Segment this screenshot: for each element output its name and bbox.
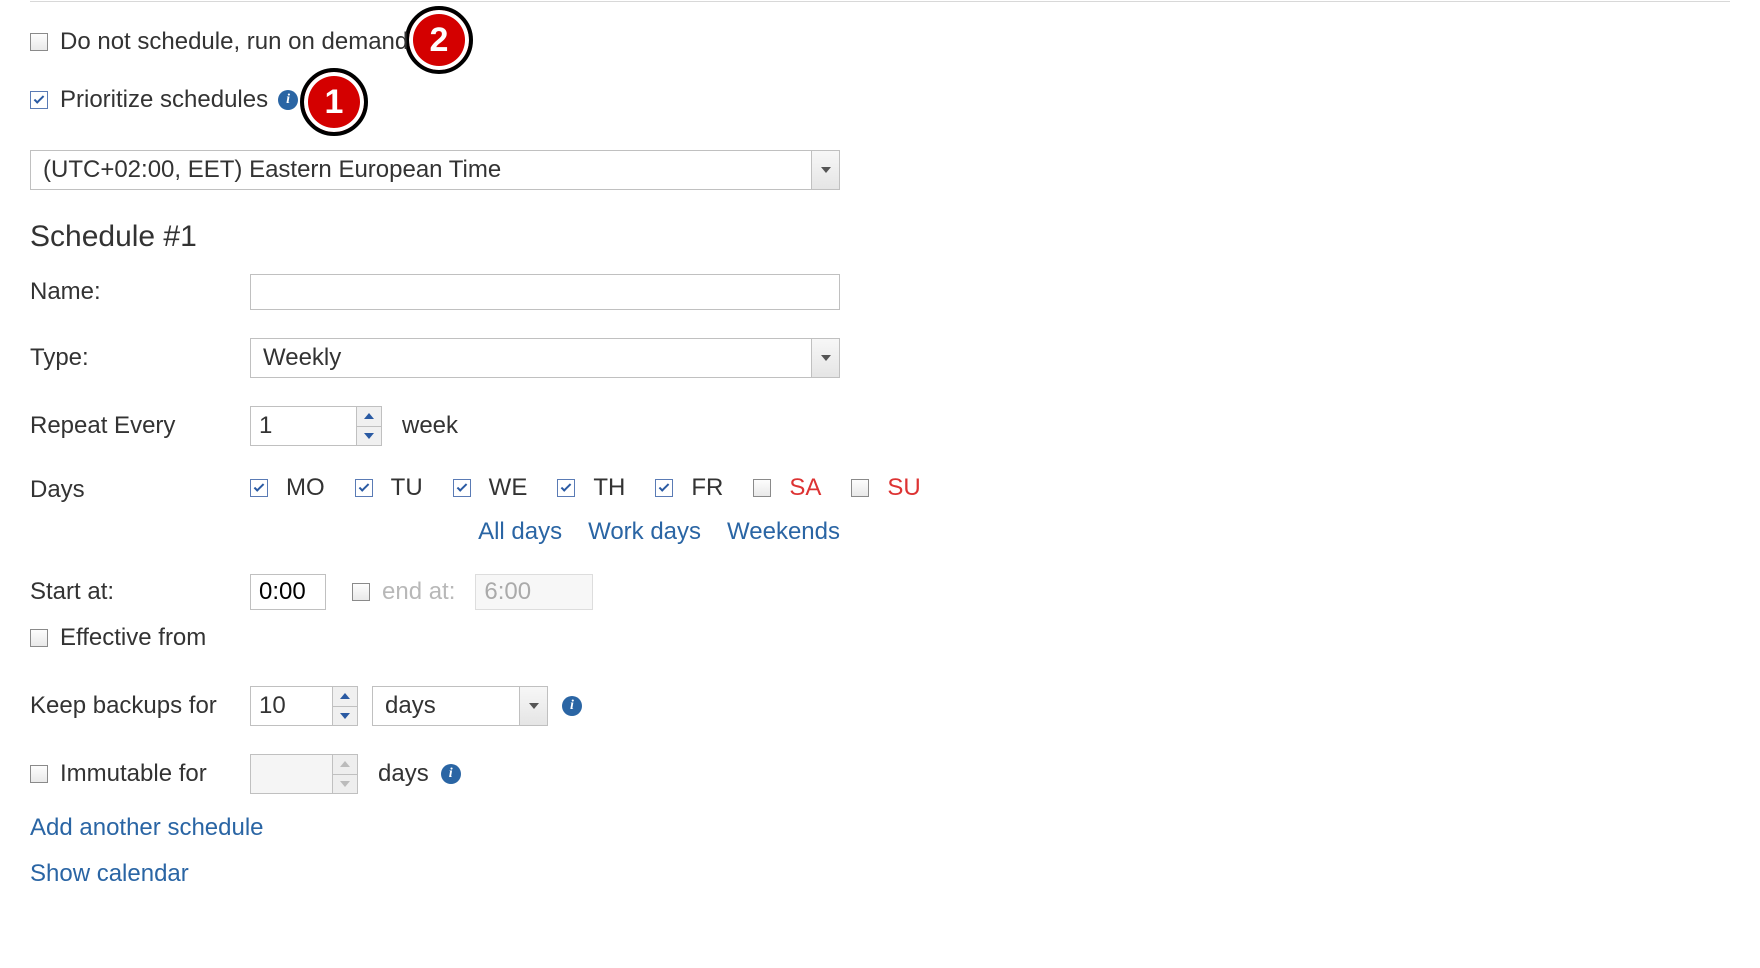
day-th-checkbox[interactable] xyxy=(557,479,575,497)
type-value: Weekly xyxy=(251,344,811,372)
spinner-up-icon[interactable] xyxy=(357,407,381,427)
day-label: TU xyxy=(391,474,423,502)
day-tu-checkbox[interactable] xyxy=(355,479,373,497)
spinner-down-icon xyxy=(333,775,357,794)
day-we-checkbox[interactable] xyxy=(453,479,471,497)
end-at-checkbox[interactable] xyxy=(352,583,370,601)
repeat-label: Repeat Every xyxy=(30,412,250,440)
schedule-heading: Schedule #1 xyxy=(30,220,1730,254)
name-label: Name: xyxy=(30,278,250,306)
immutable-label: Immutable for xyxy=(60,760,207,788)
immutable-value xyxy=(250,754,332,794)
repeat-spinner[interactable]: 1 xyxy=(250,406,382,446)
day-sa-checkbox[interactable] xyxy=(753,479,771,497)
type-select[interactable]: Weekly xyxy=(250,338,840,378)
end-time-input xyxy=(475,574,593,610)
day-label: SU xyxy=(887,474,920,502)
spinner-up-icon[interactable] xyxy=(333,687,357,707)
keep-value-spinner[interactable]: 10 xyxy=(250,686,358,726)
info-icon[interactable]: i xyxy=(278,90,298,110)
run-on-demand-label: Do not schedule, run on demand xyxy=(60,28,408,56)
day-mo-checkbox[interactable] xyxy=(250,479,268,497)
info-icon[interactable]: i xyxy=(441,764,461,784)
day-label: TH xyxy=(593,474,625,502)
spinner-down-icon[interactable] xyxy=(333,707,357,726)
repeat-value: 1 xyxy=(250,406,356,446)
immutable-checkbox[interactable] xyxy=(30,765,48,783)
start-at-label: Start at: xyxy=(30,578,250,606)
day-label: WE xyxy=(489,474,528,502)
day-label: SA xyxy=(789,474,821,502)
run-on-demand-checkbox[interactable] xyxy=(30,33,48,51)
chevron-down-icon xyxy=(811,339,839,377)
day-label: MO xyxy=(286,474,325,502)
chevron-down-icon xyxy=(519,687,547,725)
timezone-select[interactable]: (UTC+02:00, EET) Eastern European Time xyxy=(30,150,840,190)
add-schedule-link[interactable]: Add another schedule xyxy=(30,814,1730,842)
timezone-value: (UTC+02:00, EET) Eastern European Time xyxy=(31,156,811,184)
keep-unit-select[interactable]: days xyxy=(372,686,548,726)
start-time-input[interactable] xyxy=(250,574,326,610)
repeat-unit: week xyxy=(402,412,458,440)
preset-all-days[interactable]: All days xyxy=(478,518,562,546)
name-input[interactable] xyxy=(250,274,840,310)
spinner-down-icon[interactable] xyxy=(357,427,381,446)
day-su-checkbox[interactable] xyxy=(851,479,869,497)
keep-unit-value: days xyxy=(373,692,519,720)
prioritize-label: Prioritize schedules xyxy=(60,86,268,114)
immutable-spinner xyxy=(250,754,358,794)
info-icon[interactable]: i xyxy=(562,696,582,716)
days-label: Days xyxy=(30,474,250,504)
type-label: Type: xyxy=(30,344,250,372)
effective-from-checkbox[interactable] xyxy=(30,629,48,647)
keep-backups-label: Keep backups for xyxy=(30,692,250,720)
preset-work-days[interactable]: Work days xyxy=(588,518,701,546)
keep-value: 10 xyxy=(250,686,332,726)
day-label: FR xyxy=(691,474,723,502)
spinner-up-icon xyxy=(333,755,357,775)
day-fr-checkbox[interactable] xyxy=(655,479,673,497)
show-calendar-link[interactable]: Show calendar xyxy=(30,860,1730,888)
preset-weekends[interactable]: Weekends xyxy=(727,518,840,546)
end-at-label: end at: xyxy=(382,578,455,606)
prioritize-checkbox[interactable] xyxy=(30,91,48,109)
immutable-unit: days xyxy=(378,760,429,788)
chevron-down-icon xyxy=(811,151,839,189)
effective-from-label: Effective from xyxy=(60,624,206,652)
